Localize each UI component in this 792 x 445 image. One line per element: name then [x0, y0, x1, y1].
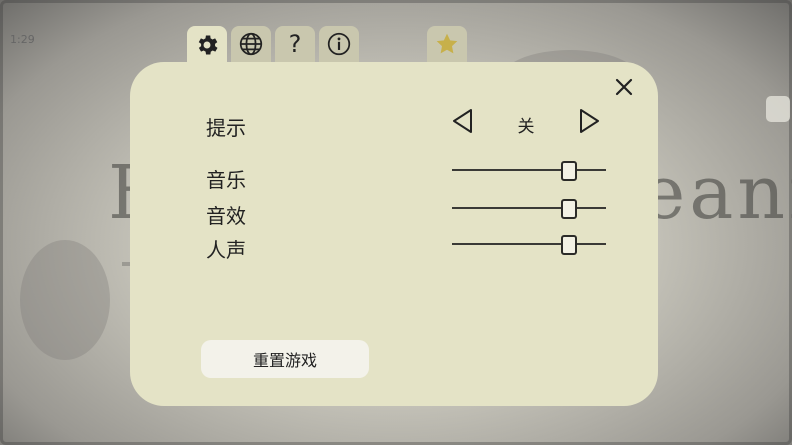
close-icon [615, 78, 633, 96]
tab-info[interactable] [319, 26, 359, 62]
slider-track [452, 207, 606, 209]
sfx-slider[interactable] [452, 198, 606, 219]
star-icon [436, 33, 458, 54]
question-icon: ? [288, 30, 302, 58]
reset-game-button[interactable]: 重置游戏 [201, 340, 369, 378]
voice-slider[interactable] [452, 234, 606, 255]
clock-text: 1:29 [10, 33, 35, 46]
info-icon [327, 32, 351, 56]
hint-label: 提示 [206, 116, 246, 140]
chevron-right-icon [580, 109, 599, 133]
tab-language[interactable] [231, 26, 271, 62]
hint-prev-button[interactable] [450, 107, 476, 135]
slider-handle[interactable] [561, 235, 578, 255]
music-slider[interactable] [452, 160, 606, 181]
sfx-label: 音效 [206, 204, 246, 228]
tab-help[interactable]: ? [275, 26, 315, 62]
slider-track [452, 243, 606, 245]
gear-icon [198, 35, 218, 55]
close-button[interactable] [606, 72, 642, 102]
hint-value: 关 [517, 117, 535, 137]
side-tab [766, 96, 790, 122]
tab-settings[interactable] [187, 26, 227, 64]
slider-handle[interactable] [560, 161, 577, 181]
slider-handle[interactable] [560, 199, 577, 219]
music-label: 音乐 [206, 168, 246, 192]
chevron-left-icon [453, 109, 472, 133]
voice-label: 人声 [206, 238, 246, 262]
slider-track [452, 169, 606, 171]
globe-icon [239, 32, 263, 56]
tab-favorite[interactable] [427, 26, 467, 62]
hint-next-button[interactable] [576, 107, 602, 135]
settings-panel: 提示 关 音乐 音效 人声 重置游戏 [130, 62, 658, 406]
